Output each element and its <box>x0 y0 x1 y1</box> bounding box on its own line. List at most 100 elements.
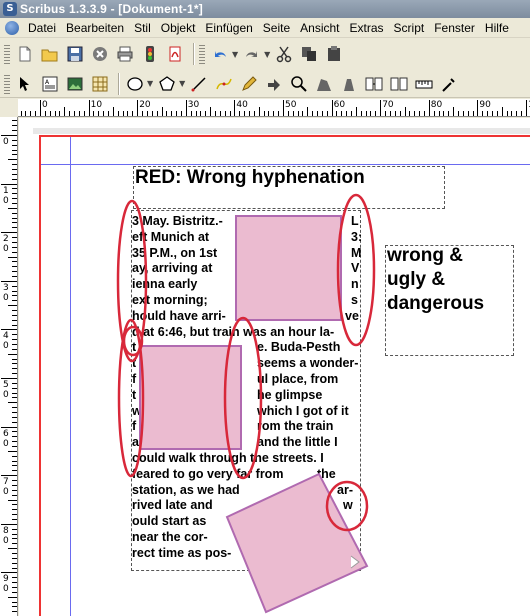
menu-extras[interactable]: Extras <box>345 21 389 35</box>
menu-stil[interactable]: Stil <box>129 21 156 35</box>
bezier-tool-icon[interactable] <box>213 73 235 95</box>
ruler-tick <box>453 107 455 116</box>
redo-icon[interactable] <box>241 43 263 65</box>
toolbar-grip[interactable] <box>4 72 10 95</box>
ruler-tick <box>8 159 17 161</box>
zoom-magnifier-icon[interactable] <box>288 73 310 95</box>
ruler-tick <box>12 577 17 579</box>
scribus-app-icon: S <box>3 2 17 16</box>
menu-objekt[interactable]: Objekt <box>156 21 201 35</box>
ruler-tick <box>12 586 17 588</box>
rotated-pink-square-shape[interactable] <box>225 472 369 614</box>
ruler-tick <box>74 111 76 116</box>
ruler-tick <box>214 111 216 116</box>
ruler-tick <box>1 232 17 234</box>
unlink-text-frames-icon[interactable] <box>388 73 410 95</box>
open-folder-icon[interactable] <box>39 43 61 65</box>
ruler-label: 40 <box>236 100 248 110</box>
text-frame-icon[interactable]: A <box>39 73 61 95</box>
undo-dropdown-icon[interactable]: ▼ <box>232 50 238 59</box>
ruler-tick <box>12 149 17 151</box>
ruler-tick <box>185 100 187 116</box>
print-icon[interactable] <box>114 43 136 65</box>
ruler-tick <box>171 111 173 116</box>
ruler-tick <box>12 421 17 423</box>
menu-script[interactable]: Script <box>389 21 430 35</box>
measurements-ruler-icon[interactable] <box>413 73 435 95</box>
polygon-dropdown-icon[interactable]: ▼ <box>179 79 185 88</box>
close-document-icon[interactable] <box>89 43 111 65</box>
ruler-tick <box>239 111 241 116</box>
ruler-tick <box>12 314 17 316</box>
ruler-tick <box>12 300 17 302</box>
link-text-frames-icon[interactable] <box>363 73 385 95</box>
ruler-tick <box>307 107 309 116</box>
ruler-label: 60 <box>333 100 346 110</box>
line-tool-icon[interactable] <box>188 73 210 95</box>
system-menu-icon[interactable] <box>5 20 19 35</box>
ruler-tick <box>30 111 32 116</box>
edit-contents-icon[interactable] <box>313 73 335 95</box>
document-canvas[interactable]: RED: Wrong hyphenation wrong & ugly & da… <box>19 118 530 616</box>
menu-seite[interactable]: Seite <box>258 21 295 35</box>
ruler-tick <box>12 173 17 175</box>
ruler-tick <box>394 111 396 116</box>
copy-icon[interactable] <box>298 43 320 65</box>
shape-dropdown-icon[interactable]: ▼ <box>147 79 153 88</box>
ruler-tick <box>112 107 114 116</box>
pink-square-shape[interactable] <box>235 215 342 321</box>
menu-fenster[interactable]: Fenster <box>429 21 480 35</box>
ellipse-shape-icon[interactable] <box>124 73 146 95</box>
redo-dropdown-icon[interactable]: ▼ <box>264 50 270 59</box>
menu-bearbeiten[interactable]: Bearbeiten <box>61 21 129 35</box>
freehand-pencil-icon[interactable] <box>238 73 260 95</box>
undo-icon[interactable] <box>209 43 231 65</box>
save-icon[interactable] <box>64 43 86 65</box>
ruler-label: 8 0 <box>3 525 9 546</box>
ruler-tick <box>355 107 357 116</box>
ruler-tick <box>12 543 17 545</box>
ruler-tick <box>12 139 17 141</box>
ruler-tick <box>12 120 17 122</box>
eyedropper-icon[interactable] <box>438 73 460 95</box>
image-frame-icon[interactable] <box>64 73 86 95</box>
polygon-icon[interactable] <box>156 73 178 95</box>
new-document-icon[interactable] <box>14 43 36 65</box>
ruler-tick <box>12 130 17 132</box>
ruler-corner <box>0 99 18 117</box>
horizontal-ruler[interactable]: 0102030405060708090100 <box>18 99 530 117</box>
rotate-item-icon[interactable] <box>263 73 285 95</box>
toolbar-grip[interactable] <box>199 43 205 65</box>
ruler-tick <box>156 111 158 116</box>
menu-einfuegen[interactable]: Einfügen <box>200 21 257 35</box>
preflight-traffic-light-icon[interactable] <box>139 43 161 65</box>
ruler-tick <box>219 111 221 116</box>
ruler-tick <box>176 111 178 116</box>
menu-ansicht[interactable]: Ansicht <box>295 21 344 35</box>
ruler-tick <box>108 111 110 116</box>
ruler-tick <box>326 111 328 116</box>
ruler-tick <box>8 305 17 307</box>
select-pointer-icon[interactable] <box>14 73 36 95</box>
ruler-tick <box>12 285 17 287</box>
ruler-tick <box>12 489 17 491</box>
ruler-label: 2 0 <box>3 234 9 255</box>
export-pdf-icon[interactable] <box>164 43 186 65</box>
ruler-tick <box>360 111 362 116</box>
menu-datei[interactable]: Datei <box>23 21 61 35</box>
cut-icon[interactable] <box>273 43 295 65</box>
ruler-tick <box>12 348 17 350</box>
table-icon[interactable] <box>89 73 111 95</box>
vertical-ruler[interactable]: 0 1 0 2 0 3 0 4 0 5 0 6 0 7 0 8 0 9 0 <box>0 117 18 616</box>
paste-icon[interactable] <box>323 43 345 65</box>
ruler-tick <box>93 111 95 116</box>
ruler-label: 4 0 <box>3 331 9 352</box>
ruler-tick <box>132 111 134 116</box>
menu-hilfe[interactable]: Hilfe <box>480 21 514 35</box>
ruler-tick <box>511 111 513 116</box>
ruler-tick <box>8 548 17 550</box>
ruler-tick <box>12 169 17 171</box>
edit-text-icon[interactable] <box>338 73 360 95</box>
ruler-tick <box>12 509 17 511</box>
toolbar-grip[interactable] <box>4 43 10 65</box>
